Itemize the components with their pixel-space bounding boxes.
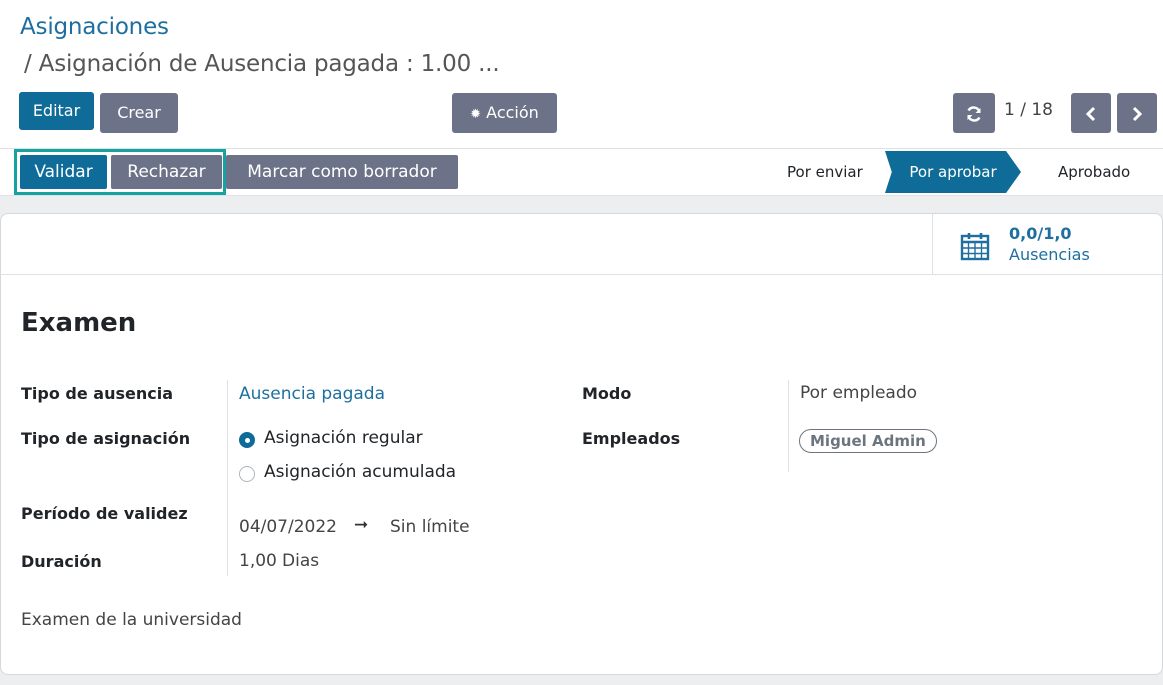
- field-divider: [227, 380, 228, 576]
- action-button[interactable]: ✹ Acción: [452, 93, 557, 133]
- control-panel: Asignaciones / Asignación de Ausencia pa…: [0, 0, 1163, 148]
- leaves-smart-button[interactable]: 0,0/1,0 Ausencias: [932, 214, 1163, 274]
- calendar-icon: [960, 233, 990, 261]
- breadcrumb-parent-link[interactable]: Asignaciones: [20, 14, 169, 40]
- record-title[interactable]: Examen: [21, 308, 136, 338]
- gear-icon: ✹: [470, 107, 482, 122]
- leave-type-label: Tipo de ausencia: [21, 384, 174, 403]
- notes-field[interactable]: Examen de la universidad: [21, 610, 242, 630]
- leave-type-link[interactable]: Ausencia pagada: [239, 384, 385, 404]
- breadcrumb-current: / Asignación de Ausencia pagada : 1.00 .…: [24, 51, 500, 77]
- accrual-allocation-label[interactable]: Asignación acumulada: [264, 462, 456, 482]
- date-from-field[interactable]: 04/07/2022: [239, 517, 337, 537]
- date-to-field[interactable]: Sin límite: [390, 517, 470, 537]
- validate-button[interactable]: Validar: [20, 155, 107, 189]
- leaves-count: 0,0/1,0: [1009, 224, 1072, 243]
- chevron-left-icon: [1085, 106, 1096, 121]
- pager-next-button[interactable]: [1117, 93, 1157, 133]
- edit-button[interactable]: Editar: [19, 92, 94, 130]
- stage-to-submit[interactable]: Por enviar: [787, 151, 863, 193]
- employees-label: Empleados: [582, 429, 681, 448]
- refuse-button[interactable]: Rechazar: [111, 155, 222, 189]
- stage-to-approve[interactable]: Por aprobar: [885, 151, 1021, 193]
- pager-previous-button[interactable]: [1071, 93, 1111, 133]
- stage-approved[interactable]: Aprobado: [1058, 151, 1130, 193]
- duration-value[interactable]: 1,00: [239, 551, 277, 571]
- mode-value[interactable]: Por empleado: [800, 383, 917, 403]
- pager-value[interactable]: 1 / 18: [1004, 100, 1053, 120]
- refresh-icon: [967, 105, 981, 122]
- create-button[interactable]: Crear: [100, 93, 178, 133]
- mark-as-draft-button[interactable]: Marcar como borrador: [226, 155, 458, 189]
- field-divider-right: [788, 380, 789, 472]
- radio-regular-allocation[interactable]: [239, 432, 255, 448]
- regular-allocation-label[interactable]: Asignación regular: [264, 428, 423, 448]
- reload-button[interactable]: [953, 93, 995, 133]
- allocation-type-label: Tipo de asignación: [21, 429, 191, 448]
- action-label: Acción: [486, 103, 539, 122]
- arrow-right-icon: ➞: [354, 515, 369, 535]
- button-box: 0,0/1,0 Ausencias: [1, 214, 1162, 275]
- leaves-label: Ausencias: [1009, 245, 1090, 264]
- chevron-right-icon: [1132, 106, 1143, 121]
- mode-label: Modo: [582, 384, 632, 403]
- employee-tag[interactable]: Miguel Admin: [799, 429, 937, 453]
- duration-unit: Dias: [282, 551, 320, 571]
- validity-period-label: Período de validez: [21, 504, 188, 523]
- radio-accrual-allocation[interactable]: [239, 466, 255, 482]
- duration-label: Duración: [21, 552, 102, 571]
- form-sheet: 0,0/1,0 Ausencias Examen Tipo de ausenci…: [0, 213, 1163, 675]
